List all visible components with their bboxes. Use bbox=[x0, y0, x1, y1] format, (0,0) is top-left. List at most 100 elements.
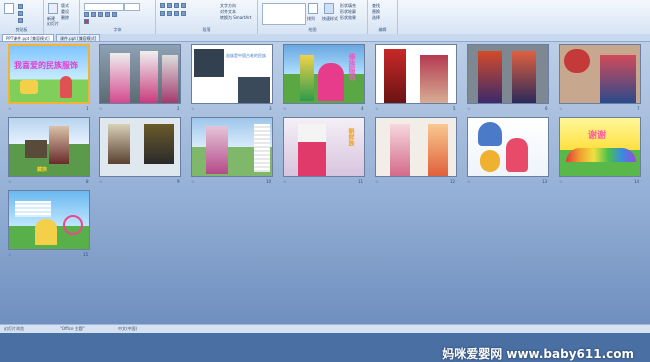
slide-thumbnail-5[interactable] bbox=[375, 44, 457, 104]
slide-thumbnail-7[interactable] bbox=[559, 44, 641, 104]
photo-costume-image bbox=[300, 55, 314, 101]
photo-costume-image bbox=[390, 124, 410, 176]
slide-thumbnail-2[interactable] bbox=[99, 44, 181, 104]
align-center-icon[interactable] bbox=[167, 11, 172, 16]
slide-thumbnail-9[interactable] bbox=[99, 117, 181, 177]
quick-styles-icon[interactable] bbox=[324, 3, 334, 14]
align-right-icon[interactable] bbox=[174, 11, 179, 16]
cut-icon[interactable] bbox=[18, 4, 23, 9]
slide-number: 15 bbox=[83, 252, 89, 257]
group-label: 编辑 bbox=[378, 27, 387, 32]
photo-costume-image bbox=[162, 55, 178, 103]
transition-icon[interactable]: ☆ bbox=[467, 179, 471, 184]
slide-thumbnail-15[interactable] bbox=[8, 190, 90, 250]
ferris-wheel-image bbox=[63, 215, 83, 235]
ribbon: 剪贴板 新建 幻灯片 版式 重设 删除 字体 文字方向 对齐文本 转换为 Sma… bbox=[0, 0, 650, 35]
transition-icon[interactable]: ☆ bbox=[99, 106, 103, 111]
photo-costume-image bbox=[206, 126, 228, 174]
arrange-button[interactable]: 排列 bbox=[307, 16, 315, 22]
paste-icon[interactable] bbox=[4, 3, 14, 14]
transition-icon[interactable]: ☆ bbox=[375, 106, 379, 111]
slide-thumbnail-4[interactable]: 傣族服饰 bbox=[283, 44, 365, 104]
doc-tab[interactable]: 课件.ppt [兼容模式] bbox=[56, 34, 101, 41]
slide-thumbnail-10[interactable] bbox=[191, 117, 273, 177]
font-color-icon[interactable] bbox=[84, 19, 89, 24]
shape-effects-button[interactable]: 形状效果 bbox=[340, 15, 356, 21]
transition-icon[interactable]: ☆ bbox=[99, 179, 103, 184]
shadow-icon[interactable] bbox=[112, 12, 117, 17]
slide-number: 6 bbox=[545, 106, 548, 111]
select-button[interactable]: 选择 bbox=[372, 15, 380, 21]
slide-text: 苗族是中国古老的民族 bbox=[226, 53, 266, 58]
rainbow-image bbox=[566, 148, 636, 162]
format-painter-icon[interactable] bbox=[18, 18, 23, 23]
copy-icon[interactable] bbox=[18, 11, 23, 16]
photo-costume-image bbox=[384, 49, 406, 103]
photo-costume-image bbox=[140, 51, 158, 103]
transition-icon[interactable]: ☆ bbox=[283, 106, 287, 111]
increase-indent-icon[interactable] bbox=[181, 3, 186, 8]
watermark: 妈咪爱婴网 www.baby611.com bbox=[442, 347, 634, 361]
slide-thumbnail-12[interactable] bbox=[375, 117, 457, 177]
shapes-gallery[interactable] bbox=[262, 3, 306, 25]
transition-icon[interactable]: ☆ bbox=[191, 179, 195, 184]
photo-yak-image bbox=[25, 140, 47, 158]
strikethrough-icon[interactable] bbox=[105, 12, 110, 17]
transition-icon[interactable]: ☆ bbox=[283, 179, 287, 184]
slide-number: 10 bbox=[266, 179, 272, 184]
decrease-indent-icon[interactable] bbox=[174, 3, 179, 8]
underline-icon[interactable] bbox=[98, 12, 103, 17]
photo-costume-image bbox=[238, 77, 270, 103]
new-slide-icon[interactable] bbox=[48, 3, 58, 14]
numbering-icon[interactable] bbox=[167, 3, 172, 8]
font-name-select[interactable] bbox=[84, 3, 124, 11]
photo-costume-image bbox=[420, 55, 448, 103]
slide-thumbnail-1[interactable]: 我喜爱的民族服饰 bbox=[8, 44, 90, 104]
slide-title: 我喜爱的民族服饰 bbox=[14, 61, 78, 70]
drawing-group: 排列 快速样式 形状填充 形状轮廓 形状效果 绘图 bbox=[258, 0, 368, 34]
smartart-button[interactable]: 转换为 SmartArt bbox=[220, 15, 251, 21]
photo-costume-image bbox=[108, 124, 130, 164]
photo-costume-image bbox=[478, 51, 502, 103]
photo-costume-image bbox=[318, 63, 344, 101]
transition-icon[interactable]: ☆ bbox=[191, 106, 195, 111]
transition-icon[interactable]: ☆ bbox=[559, 179, 563, 184]
justify-icon[interactable] bbox=[181, 11, 186, 16]
slide-number: 7 bbox=[637, 106, 640, 111]
transition-icon[interactable]: ☆ bbox=[375, 179, 379, 184]
delete-button[interactable]: 删除 bbox=[61, 15, 69, 21]
transition-icon[interactable]: ☆ bbox=[8, 106, 12, 111]
transition-icon[interactable]: ☆ bbox=[467, 106, 471, 111]
slide-thumbnail-11[interactable]: 朝鲜族 bbox=[283, 117, 365, 177]
align-left-icon[interactable] bbox=[160, 11, 165, 16]
paragraph-group: 文字方向 对齐文本 转换为 SmartArt 段落 bbox=[156, 0, 258, 34]
slide-thumbnail-3[interactable]: 苗族是中国古老的民族 bbox=[191, 44, 273, 104]
font-size-select[interactable] bbox=[124, 3, 140, 11]
slide-thumbnail-6[interactable] bbox=[467, 44, 549, 104]
group-label: 段落 bbox=[202, 27, 211, 32]
doc-tab-active[interactable]: PPT课件.ppt [兼容模式] bbox=[2, 34, 54, 41]
group-label: 剪贴板 bbox=[15, 27, 28, 32]
bullets-icon[interactable] bbox=[160, 3, 165, 8]
slide-number: 13 bbox=[542, 179, 548, 184]
slide-thumbnail-8[interactable]: 藏族 bbox=[8, 117, 90, 177]
slide-text-block bbox=[254, 124, 270, 172]
cartoon-figure-image bbox=[478, 122, 502, 146]
slide-number: 4 bbox=[361, 106, 364, 111]
italic-icon[interactable] bbox=[91, 12, 96, 17]
font-group: 字体 bbox=[80, 0, 156, 34]
cartoon-figure-image bbox=[506, 138, 528, 172]
photo-costume-image bbox=[298, 124, 326, 176]
quick-styles-button[interactable]: 快速样式 bbox=[322, 16, 338, 22]
transition-icon[interactable]: ☆ bbox=[8, 252, 12, 257]
slide-thumbnail-14[interactable]: 谢谢 bbox=[559, 117, 641, 177]
arrange-icon[interactable] bbox=[308, 3, 318, 14]
photo-costume-image bbox=[512, 51, 536, 103]
transition-icon[interactable]: ☆ bbox=[559, 106, 563, 111]
slide-number: 8 bbox=[86, 179, 89, 184]
slide-thumbnail-13[interactable] bbox=[467, 117, 549, 177]
transition-icon[interactable]: ☆ bbox=[8, 179, 12, 184]
bold-icon[interactable] bbox=[84, 12, 89, 17]
cartoon-figure-image bbox=[480, 150, 500, 172]
photo-costume-image bbox=[49, 126, 69, 164]
